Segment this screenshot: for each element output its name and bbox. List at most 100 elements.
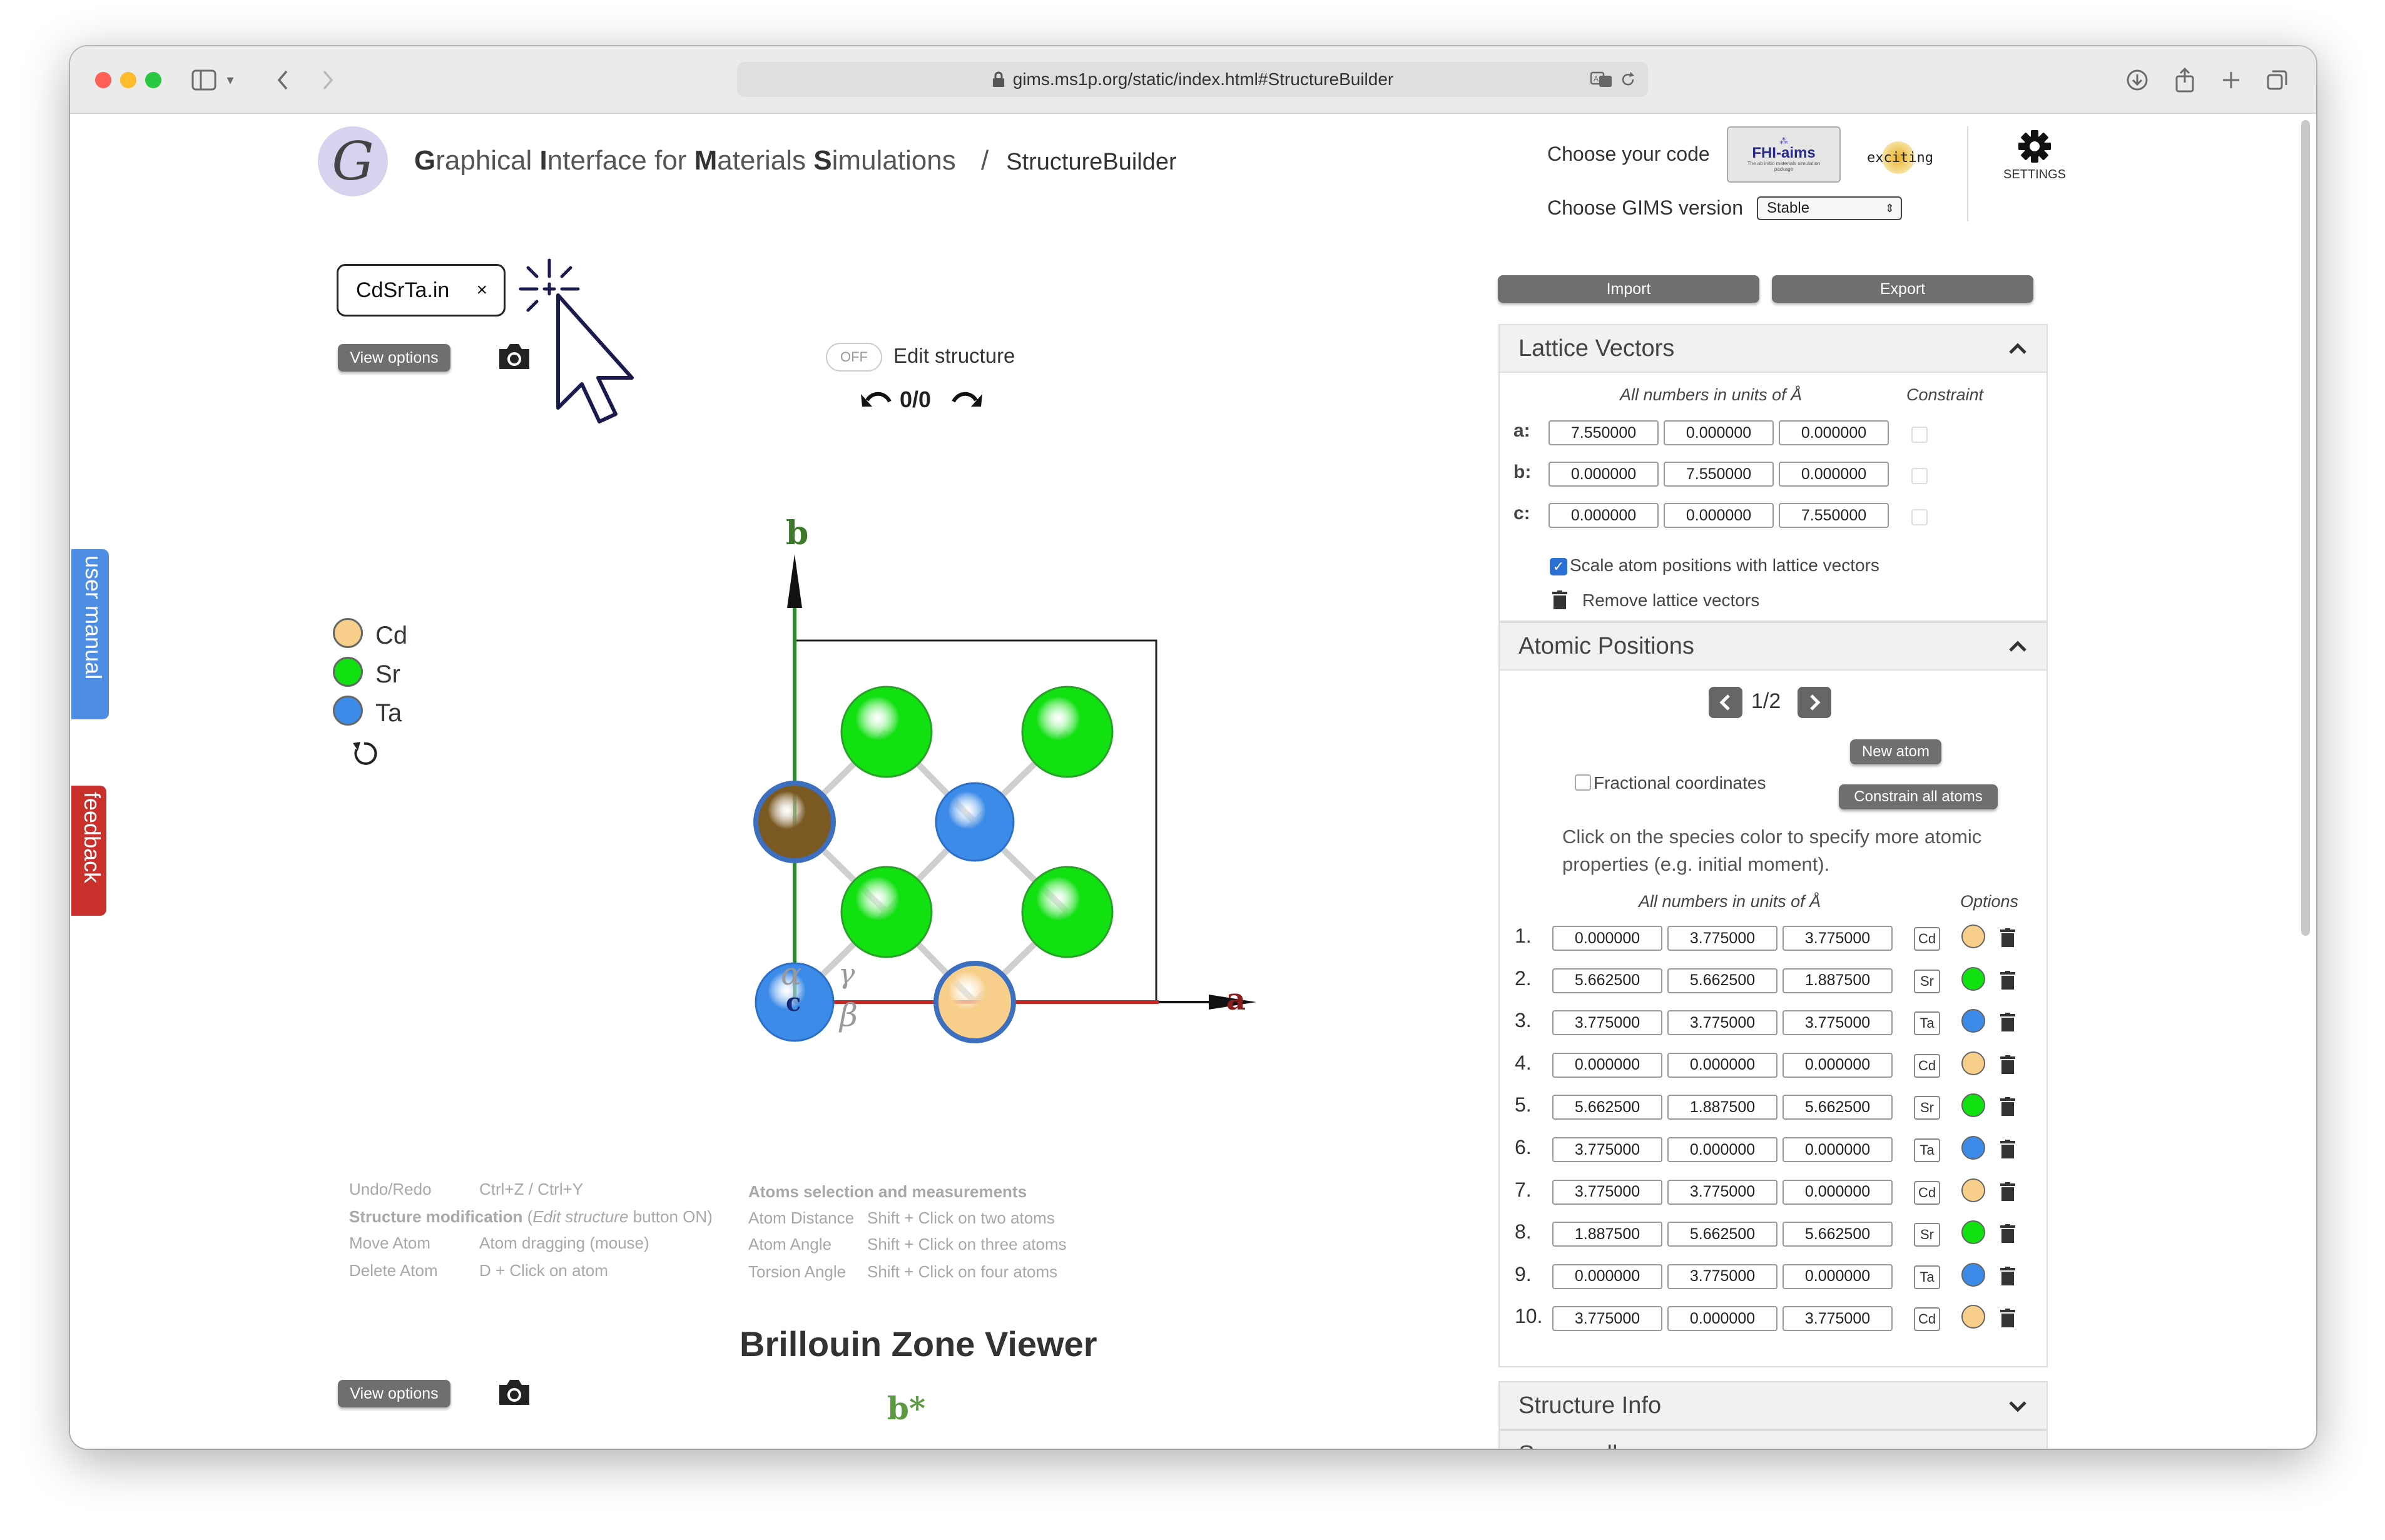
atom-sphere[interactable]: [840, 866, 933, 958]
edit-structure-toggle[interactable]: OFF: [826, 343, 882, 372]
atom-coordinate-input[interactable]: 0.000000: [1667, 1137, 1777, 1162]
trash-icon[interactable]: [2000, 1224, 2015, 1244]
reload-icon[interactable]: [1619, 71, 1637, 88]
atom-sphere[interactable]: [935, 782, 1015, 862]
new-tab-icon[interactable]: [2216, 65, 2246, 95]
species-color-button[interactable]: [1961, 966, 1985, 991]
fractional-coordinates-checkbox[interactable]: [1575, 774, 1591, 791]
minimize-window-button[interactable]: [120, 72, 136, 88]
chevron-down-icon[interactable]: ▾: [223, 65, 238, 95]
atomic-positions-header[interactable]: Atomic Positions: [1498, 622, 2048, 671]
atom-coordinate-input[interactable]: 5.662500: [1552, 1095, 1662, 1120]
atom-sphere[interactable]: [1021, 686, 1114, 778]
lattice-component-input[interactable]: 7.550000: [1548, 420, 1659, 445]
atom-coordinate-input[interactable]: 0.000000: [1667, 1306, 1777, 1332]
lattice-constraint-checkbox[interactable]: [1911, 427, 1928, 443]
trash-icon[interactable]: [2000, 928, 2015, 947]
lattice-constraint-checkbox[interactable]: [1911, 468, 1928, 484]
export-button[interactable]: Export: [1772, 275, 2033, 303]
atom-coordinate-input[interactable]: 5.662500: [1667, 1222, 1777, 1247]
species-color-button[interactable]: [1961, 925, 1985, 948]
page-scrollbar[interactable]: [2301, 120, 2310, 936]
atom-coordinate-input[interactable]: 5.662500: [1782, 1222, 1893, 1247]
atom-coordinate-input[interactable]: 0.000000: [1667, 1052, 1777, 1078]
species-color-button[interactable]: [1961, 1093, 1985, 1118]
bz-view-options-button[interactable]: View options: [338, 1380, 450, 1407]
species-color-button[interactable]: [1961, 1305, 1985, 1329]
sidebar-toggle-icon[interactable]: [189, 65, 219, 95]
lattice-component-input[interactable]: 0.000000: [1548, 503, 1659, 528]
atom-coordinate-input[interactable]: 3.775000: [1782, 926, 1893, 951]
camera-icon[interactable]: [497, 342, 532, 372]
lattice-component-input[interactable]: 0.000000: [1664, 503, 1774, 528]
chevron-down-icon[interactable]: [2006, 1395, 2029, 1417]
atom-coordinate-input[interactable]: 0.000000: [1552, 926, 1662, 951]
atom-coordinate-input[interactable]: 3.775000: [1782, 1306, 1893, 1332]
user-manual-tab[interactable]: user manual: [71, 549, 109, 719]
atom-coordinate-input[interactable]: 3.775000: [1667, 1179, 1777, 1205]
species-input[interactable]: Sr: [1914, 969, 1940, 993]
fhi-aims-option[interactable]: ⁂ FHI-aims The ab initio materials simul…: [1727, 126, 1841, 183]
settings-button[interactable]: SETTINGS: [1997, 129, 2072, 191]
trash-icon[interactable]: [1552, 590, 1567, 609]
atom-coordinate-input[interactable]: 3.775000: [1667, 926, 1777, 951]
atom-coordinate-input[interactable]: 1.887500: [1782, 968, 1893, 993]
atom-coordinate-input[interactable]: 0.000000: [1782, 1052, 1893, 1078]
atom-coordinate-input[interactable]: 0.000000: [1552, 1052, 1662, 1078]
species-color-button[interactable]: [1961, 1136, 1985, 1160]
translate-icon[interactable]: A: [1590, 71, 1613, 88]
cd-color-swatch[interactable]: [333, 618, 363, 648]
atom-coordinate-input[interactable]: 3.775000: [1552, 1179, 1662, 1205]
structure-viewer-canvas[interactable]: b a c α γ β: [721, 502, 1296, 1102]
species-color-button[interactable]: [1961, 1051, 1985, 1075]
reset-colors-icon[interactable]: [350, 739, 379, 768]
atom-sphere[interactable]: [753, 781, 836, 863]
constrain-all-button[interactable]: Constrain all atoms: [1839, 784, 1998, 809]
exciting-option[interactable]: exciting: [1859, 139, 1941, 176]
lattice-vectors-header[interactable]: Lattice Vectors: [1498, 324, 2048, 373]
species-input[interactable]: Sr: [1914, 1096, 1940, 1120]
undo-icon[interactable]: [860, 388, 895, 413]
lattice-component-input[interactable]: 7.550000: [1664, 462, 1774, 487]
atom-coordinate-input[interactable]: 3.775000: [1552, 1137, 1662, 1162]
species-input[interactable]: Ta: [1914, 1265, 1940, 1289]
address-bar[interactable]: gims.ms1p.org/static/index.html#Structur…: [737, 62, 1648, 97]
species-color-button[interactable]: [1961, 1178, 1985, 1202]
atom-coordinate-input[interactable]: 1.887500: [1552, 1222, 1662, 1247]
species-input[interactable]: Cd: [1914, 1307, 1940, 1332]
atom-coordinate-input[interactable]: 5.662500: [1552, 968, 1662, 993]
atom-coordinate-input[interactable]: 3.775000: [1667, 1264, 1777, 1289]
gims-logo[interactable]: G: [318, 126, 388, 196]
lattice-constraint-checkbox[interactable]: [1911, 509, 1928, 525]
species-input[interactable]: Cd: [1914, 927, 1940, 951]
lattice-component-input[interactable]: 0.000000: [1664, 420, 1774, 445]
download-icon[interactable]: [2122, 65, 2152, 95]
feedback-tab[interactable]: feedback: [71, 786, 106, 916]
next-page-button[interactable]: [1798, 687, 1831, 718]
atom-coordinate-input[interactable]: 5.662500: [1782, 1095, 1893, 1120]
species-input[interactable]: Ta: [1914, 1138, 1940, 1162]
ta-color-swatch[interactable]: [333, 696, 363, 726]
species-color-button[interactable]: [1961, 1220, 1985, 1245]
trash-icon[interactable]: [2000, 1097, 2015, 1117]
close-file-icon[interactable]: ×: [476, 280, 487, 301]
trash-icon[interactable]: [2000, 1140, 2015, 1158]
lattice-component-input[interactable]: 0.000000: [1548, 462, 1659, 487]
add-file-cursor-icon[interactable]: [508, 250, 658, 425]
atom-sphere[interactable]: [1021, 866, 1114, 958]
chevron-down-icon[interactable]: [2006, 1444, 2029, 1449]
sr-color-swatch[interactable]: [333, 657, 363, 687]
atom-sphere[interactable]: [933, 961, 1016, 1043]
species-input[interactable]: Sr: [1914, 1223, 1940, 1247]
structure-info-header[interactable]: Structure Info: [1498, 1381, 2048, 1430]
species-input[interactable]: Ta: [1914, 1011, 1940, 1036]
import-button[interactable]: Import: [1498, 275, 1759, 303]
redo-icon[interactable]: [948, 388, 984, 413]
species-color-button[interactable]: [1961, 1009, 1985, 1033]
trash-icon[interactable]: [2000, 1309, 2015, 1328]
supercell-header[interactable]: Supercell: [1498, 1430, 2048, 1449]
trash-icon[interactable]: [2000, 1055, 2015, 1074]
species-input[interactable]: Cd: [1914, 1180, 1940, 1205]
chevron-up-icon[interactable]: [2006, 636, 2029, 658]
trash-icon[interactable]: [2000, 1013, 2015, 1032]
